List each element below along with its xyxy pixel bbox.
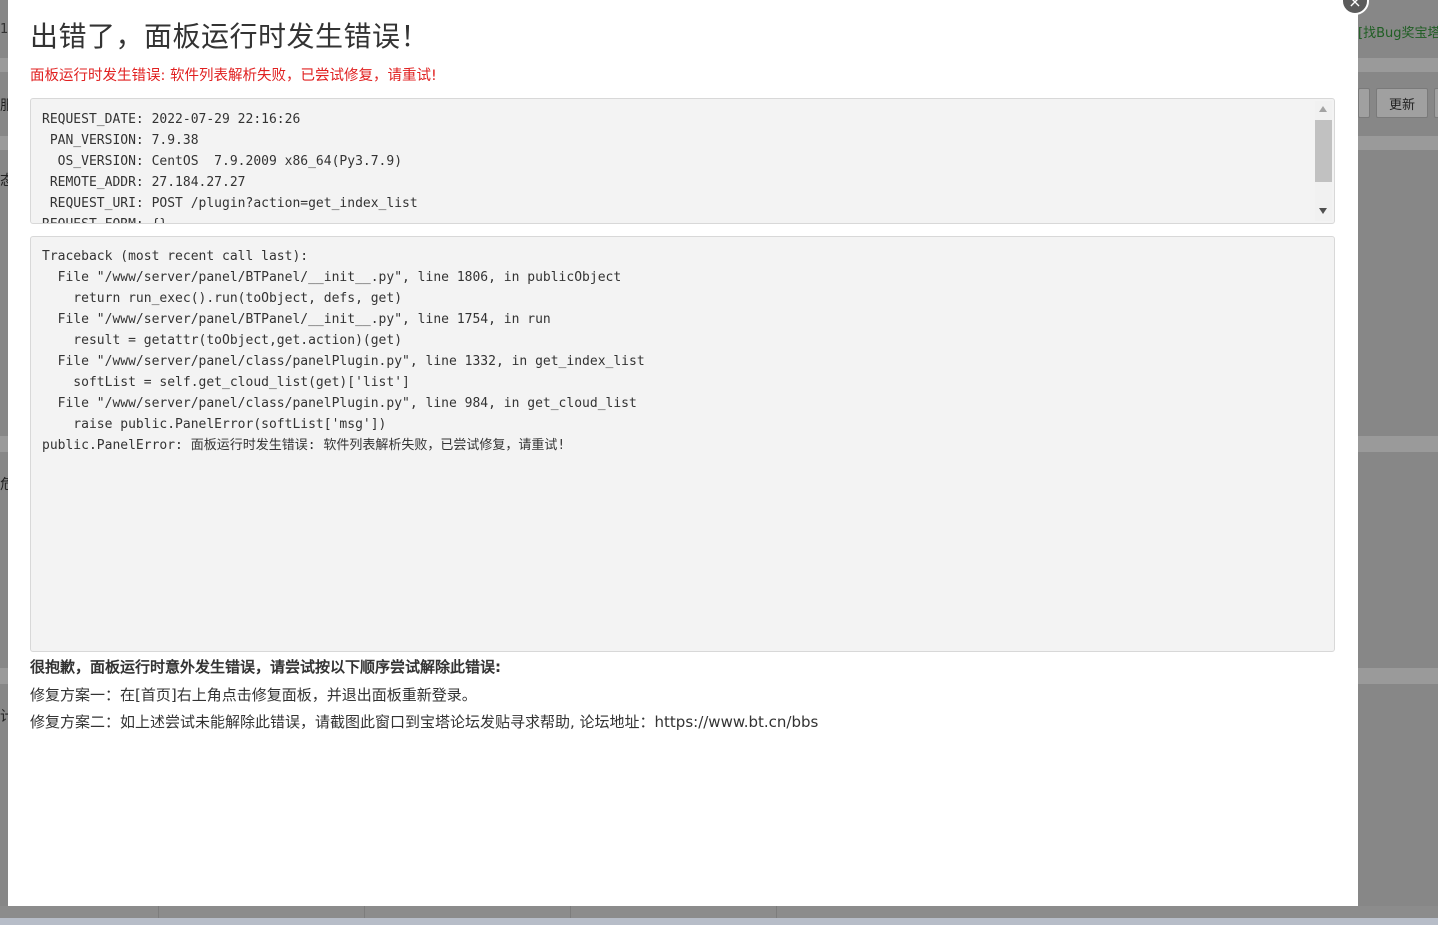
background-divider [158, 906, 159, 918]
dialog-title: 出错了，面板运行时发生错误！ [30, 20, 430, 53]
scroll-thumb[interactable] [1315, 120, 1332, 182]
background-divider [776, 906, 777, 918]
scrollbar[interactable] [1315, 101, 1332, 221]
bug-bounty-link[interactable]: [找Bug奖宝塔 [1358, 22, 1438, 41]
fix-option-two: 修复方案二：如上述尝试未能解除此错误，请截图此窗口到宝塔论坛发贴寻求帮助, 论坛… [30, 713, 819, 731]
scroll-up-icon[interactable] [1319, 106, 1327, 112]
error-dialog: 出错了，面板运行时发生错误！ 面板运行时发生错误: 软件列表解析失败，已尝试修复… [8, 0, 1358, 906]
help-heading: 很抱歉，面板运行时意外发生错误，请尝试按以下顺序尝试解除此错误: [30, 658, 502, 676]
update-button[interactable]: 更新 [1376, 88, 1428, 118]
request-info-box[interactable]: REQUEST_DATE: 2022-07-29 22:16:26 PAN_VE… [30, 98, 1335, 224]
background-button[interactable] [1434, 88, 1438, 118]
request-info-text: REQUEST_DATE: 2022-07-29 22:16:26 PAN_VE… [42, 112, 418, 223]
background-divider [364, 906, 365, 918]
background-divider [570, 906, 571, 918]
traceback-text: Traceback (most recent call last): File … [42, 249, 645, 453]
background-bottom-line [0, 918, 1438, 925]
background-left-label: 危 [0, 477, 8, 493]
background-left-label: 态 [0, 173, 8, 189]
error-message: 面板运行时发生错误: 软件列表解析失败，已尝试修复，请重试! [30, 68, 437, 84]
traceback-box[interactable]: Traceback (most recent call last): File … [30, 236, 1335, 652]
background-header-text: 17 [0, 22, 8, 37]
scroll-down-icon[interactable] [1319, 208, 1327, 214]
background-button[interactable] [1358, 88, 1370, 118]
background-left-label: 计 [0, 709, 8, 725]
background-left-label: 服 [0, 98, 8, 114]
fix-option-one: 修复方案一：在[首页]右上角点击修复面板，并退出面板重新登录。 [30, 686, 477, 704]
